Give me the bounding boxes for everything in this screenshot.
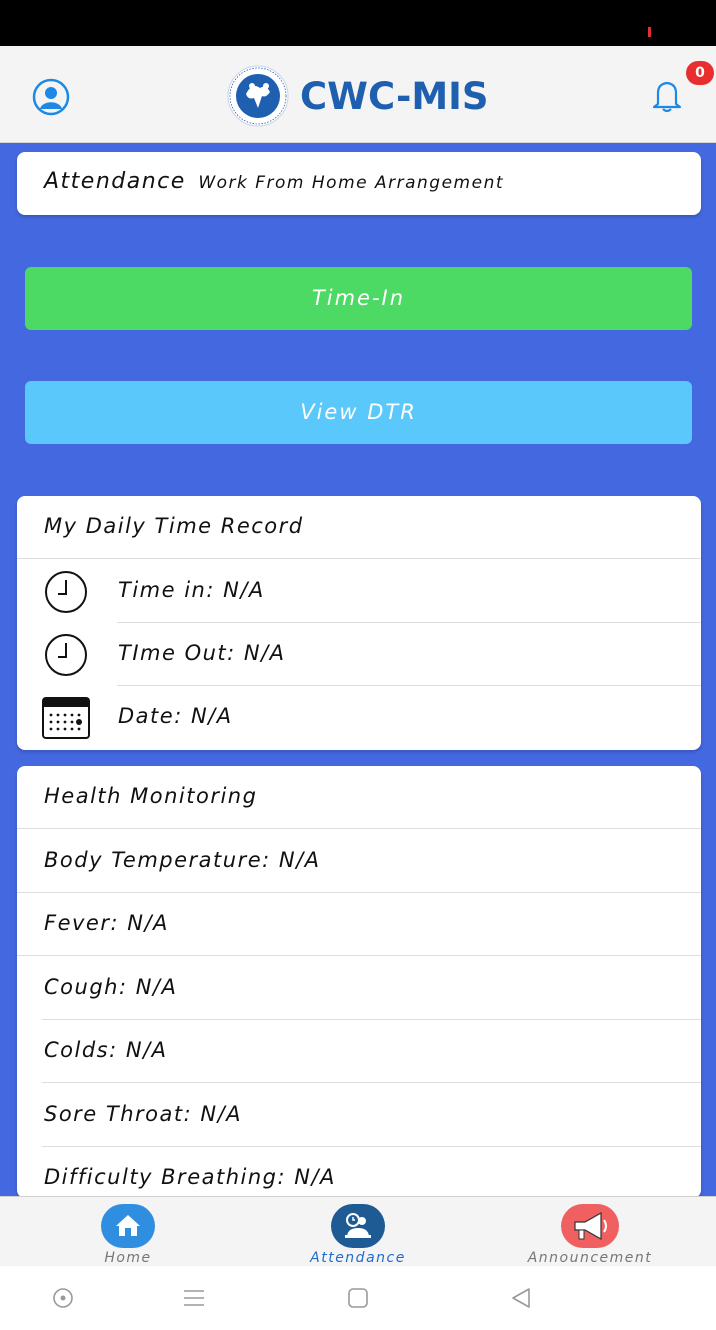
health-monitoring-card: Health Monitoring Body Temperature: N/A … — [17, 766, 701, 1198]
nav-home[interactable]: Home — [78, 1197, 178, 1267]
work-arrangement-label: Work From Home Arrangement — [198, 173, 505, 193]
notification-badge: 0 — [686, 61, 714, 85]
app-title: CWC-MIS — [300, 74, 489, 118]
home-button-icon[interactable] — [345, 1286, 371, 1310]
status-bar — [0, 0, 716, 46]
bottom-navigation: Home Attendance Announcement — [0, 1196, 716, 1266]
profile-button[interactable] — [32, 78, 70, 116]
fever-label: Fever: N/A — [44, 911, 169, 935]
time-in-button[interactable]: Time-In — [25, 267, 692, 330]
attendance-icon — [345, 1213, 371, 1238]
colds-label: Colds: N/A — [44, 1038, 168, 1062]
back-button-icon[interactable] — [508, 1286, 534, 1310]
dtr-title: My Daily Time Record — [44, 514, 304, 538]
nav-attendance-label: Attendance — [310, 1250, 406, 1266]
attendance-card: Attendance Work From Home Arrangement — [17, 152, 701, 215]
assistant-button-icon[interactable] — [50, 1286, 76, 1310]
cough-label: Cough: N/A — [44, 975, 178, 999]
attendance-label: Attendance — [44, 169, 186, 194]
sore-throat-row: Sore Throat: N/A — [17, 1084, 701, 1147]
app-logo: CWC-MIS — [222, 64, 489, 128]
colds-row: Colds: N/A — [17, 1020, 701, 1083]
cough-row: Cough: N/A — [17, 957, 701, 1020]
difficulty-breathing-label: Difficulty Breathing: N/A — [44, 1165, 336, 1189]
dtr-header: My Daily Time Record — [17, 496, 701, 559]
nav-attendance[interactable]: Attendance — [298, 1197, 418, 1267]
notifications-button[interactable] — [648, 76, 686, 114]
menu-button-icon[interactable] — [181, 1286, 207, 1310]
attendance-title: Attendance Work From Home Arrangement — [44, 169, 504, 194]
body-temperature-label: Body Temperature: N/A — [44, 848, 321, 872]
clock-icon — [45, 634, 87, 676]
time-out-label: TIme Out: N/A — [118, 641, 286, 665]
system-navigation-bar — [0, 1266, 716, 1330]
time-out-row: TIme Out: N/A — [17, 623, 701, 686]
user-icon — [32, 78, 70, 116]
home-icon — [116, 1215, 140, 1236]
view-dtr-button[interactable]: View DTR — [25, 381, 692, 444]
time-in-row: Time in: N/A — [17, 560, 701, 623]
nav-announcement-label: Announcement — [527, 1250, 653, 1266]
nav-home-label: Home — [104, 1250, 152, 1266]
fever-row: Fever: N/A — [17, 893, 701, 956]
body-temperature-row: Body Temperature: N/A — [17, 830, 701, 893]
daily-time-record-card: My Daily Time Record Time in: N/A TIme O… — [17, 496, 701, 750]
date-label: Date: N/A — [118, 704, 233, 728]
date-row: Date: N/A — [17, 686, 701, 749]
clock-icon — [45, 571, 87, 613]
time-in-label: Time in: N/A — [118, 578, 265, 602]
health-title: Health Monitoring — [44, 784, 258, 808]
health-header: Health Monitoring — [17, 766, 701, 829]
difficulty-breathing-row: Difficulty Breathing: N/A — [17, 1147, 701, 1198]
recording-indicator-icon — [648, 27, 651, 37]
app-header: CWC-MIS 0 — [0, 46, 716, 143]
cwc-seal-icon — [227, 65, 289, 127]
nav-announcement[interactable]: Announcement — [520, 1197, 660, 1267]
sore-throat-label: Sore Throat: N/A — [44, 1102, 243, 1126]
bell-icon — [652, 81, 682, 113]
calendar-icon — [42, 697, 90, 739]
megaphone-icon — [574, 1211, 607, 1241]
